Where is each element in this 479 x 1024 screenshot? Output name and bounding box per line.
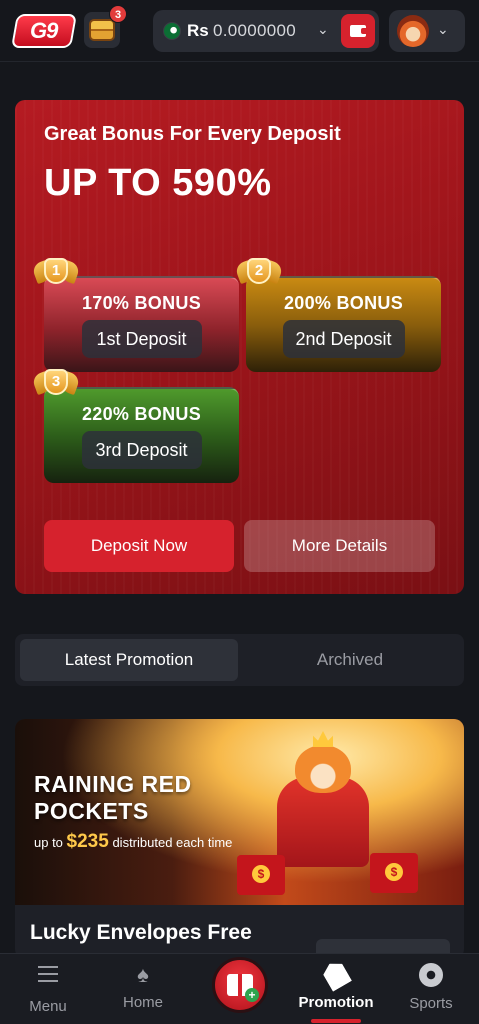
treasure-chest-button[interactable]: 3 bbox=[84, 5, 127, 48]
medal-icon: 1 bbox=[31, 256, 81, 292]
promotion-card[interactable]: RAINING RED POCKETS up to $235 distribut… bbox=[15, 719, 464, 959]
avatar bbox=[397, 15, 429, 47]
nav-sports[interactable]: Sports bbox=[386, 962, 476, 1020]
profile-menu[interactable]: ⌄ bbox=[389, 10, 465, 52]
red-envelope-icon bbox=[237, 855, 285, 895]
chevron-down-icon: ⌄ bbox=[317, 21, 329, 37]
balance-currency: Rs bbox=[187, 21, 209, 40]
tier-deposit-pill: 2nd Deposit bbox=[282, 320, 405, 358]
deposit-now-button[interactable]: Deposit Now bbox=[44, 520, 234, 572]
nav-label: Home bbox=[122, 994, 163, 1011]
medal-icon: 3 bbox=[31, 367, 81, 403]
wallet-button[interactable] bbox=[341, 14, 375, 48]
deposit-bonus-card: Great Bonus For Every Deposit UP TO 590%… bbox=[15, 100, 464, 594]
menu-icon bbox=[3, 966, 93, 992]
bonus-headline: UP TO 590% bbox=[44, 162, 272, 204]
nav-menu[interactable]: Menu bbox=[3, 962, 93, 1020]
chest-badge: 3 bbox=[109, 5, 127, 23]
promotion-tabs: Latest Promotion Archived bbox=[15, 634, 464, 686]
nav-home[interactable]: ♠ Home bbox=[98, 962, 188, 1020]
treasure-chest-icon bbox=[89, 19, 115, 41]
banner-subtitle-amount: $235 bbox=[66, 831, 109, 852]
balance-selector[interactable]: Rs 0.0000000 ⌄ bbox=[153, 10, 379, 52]
logo-text: G9 bbox=[30, 18, 58, 43]
wallet-icon bbox=[350, 25, 368, 37]
medal-rank: 1 bbox=[44, 258, 68, 284]
pakistan-flag-icon bbox=[163, 22, 181, 40]
banner-subtitle-prefix: up to bbox=[34, 835, 63, 850]
crown-icon bbox=[313, 731, 333, 747]
banner-subtitle-suffix: distributed each time bbox=[112, 835, 233, 850]
medal-rank: 2 bbox=[247, 258, 271, 284]
promotion-name: Lucky Envelopes Free bbox=[30, 921, 252, 944]
tier-label: 200% BONUS bbox=[283, 293, 404, 313]
more-details-button[interactable]: More Details bbox=[244, 520, 435, 572]
tier-label: 220% BONUS bbox=[81, 404, 202, 424]
tab-latest-promotion[interactable]: Latest Promotion bbox=[20, 639, 238, 681]
nav-label: Sports bbox=[409, 995, 453, 1012]
tag-icon bbox=[290, 962, 382, 988]
balance-amount: 0.0000000 bbox=[213, 21, 297, 40]
g9-logo[interactable]: G9 bbox=[11, 14, 77, 48]
chevron-down-icon: ⌄ bbox=[437, 21, 449, 37]
banner-title: RAINING RED POCKETS bbox=[34, 771, 192, 824]
medal-rank: 3 bbox=[44, 369, 68, 395]
gift-button[interactable]: + bbox=[212, 957, 268, 1013]
plus-icon: + bbox=[245, 988, 259, 1002]
nav-label: Menu bbox=[29, 998, 67, 1015]
bonus-title: Great Bonus For Every Deposit bbox=[44, 123, 341, 145]
tier-label: 170% BONUS bbox=[81, 293, 202, 313]
nav-label: Promotion bbox=[298, 994, 374, 1011]
spade-icon: ♠ bbox=[137, 962, 149, 987]
tier-deposit-pill: 1st Deposit bbox=[81, 320, 202, 358]
tier-deposit-pill: 3rd Deposit bbox=[81, 431, 202, 469]
gift-icon: + bbox=[227, 974, 259, 1002]
soccer-ball-icon bbox=[386, 963, 476, 989]
nav-promotion[interactable]: Promotion bbox=[290, 962, 382, 1020]
tiger-mascot-head bbox=[295, 745, 351, 793]
banner-subtitle: up to $235 distributed each time bbox=[34, 831, 232, 853]
red-envelope-icon bbox=[370, 853, 418, 893]
promotion-banner-image[interactable]: RAINING RED POCKETS up to $235 distribut… bbox=[15, 719, 464, 905]
active-nav-indicator bbox=[311, 1019, 361, 1023]
medal-icon: 2 bbox=[234, 256, 284, 292]
tab-archived[interactable]: Archived bbox=[241, 639, 459, 681]
top-header: G9 3 Rs 0.0000000 ⌄ ⌄ bbox=[0, 0, 479, 62]
